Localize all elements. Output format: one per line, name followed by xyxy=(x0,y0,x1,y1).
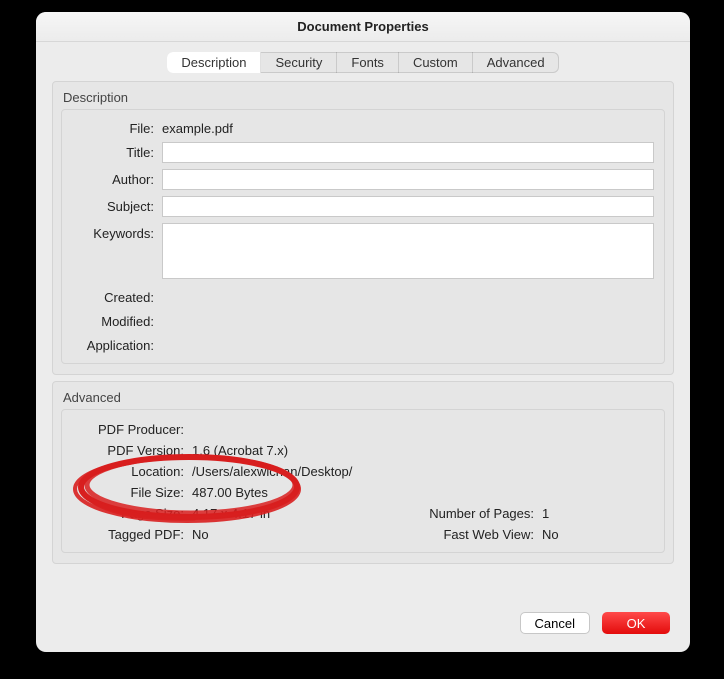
author-input[interactable] xyxy=(162,169,654,190)
file-label: File: xyxy=(72,118,162,136)
advanced-inner-panel: PDF Producer: PDF Version: 1.6 (Acrobat … xyxy=(61,409,665,553)
description-group: Description File: example.pdf Title: Aut… xyxy=(52,81,674,375)
title-label: Title: xyxy=(72,142,162,160)
page-size-value: 4.17 x 4.17 in xyxy=(192,506,402,521)
subject-label: Subject: xyxy=(72,196,162,214)
pdf-producer-label: PDF Producer: xyxy=(72,422,192,437)
keywords-label: Keywords: xyxy=(72,223,162,241)
tab-security[interactable]: Security xyxy=(261,52,337,73)
advanced-group-label: Advanced xyxy=(53,382,673,409)
application-label: Application: xyxy=(72,335,162,353)
description-inner-panel: File: example.pdf Title: Author: Subject… xyxy=(61,109,665,364)
author-label: Author: xyxy=(72,169,162,187)
created-label: Created: xyxy=(72,287,162,305)
modified-label: Modified: xyxy=(72,311,162,329)
pdf-version-value: 1.6 (Acrobat 7.x) xyxy=(192,443,402,458)
tab-bar: Description Security Fonts Custom Advanc… xyxy=(36,42,690,81)
cancel-button[interactable]: Cancel xyxy=(520,612,590,634)
page-size-label: Page Size: xyxy=(72,506,192,521)
window-title: Document Properties xyxy=(36,12,690,42)
file-value: example.pdf xyxy=(162,118,654,136)
pdf-version-label: PDF Version: xyxy=(72,443,192,458)
application-value xyxy=(162,335,654,338)
tagged-pdf-value: No xyxy=(192,527,402,542)
title-input[interactable] xyxy=(162,142,654,163)
tab-fonts[interactable]: Fonts xyxy=(337,52,399,73)
ok-button[interactable]: OK xyxy=(602,612,670,634)
tagged-pdf-label: Tagged PDF: xyxy=(72,527,192,542)
number-of-pages-value: 1 xyxy=(542,506,654,521)
tab-custom[interactable]: Custom xyxy=(399,52,473,73)
fast-web-view-label: Fast Web View: xyxy=(402,527,542,542)
modified-value xyxy=(162,311,654,314)
pdf-producer-value xyxy=(192,422,402,437)
tab-advanced[interactable]: Advanced xyxy=(473,52,559,73)
file-size-label: File Size: xyxy=(72,485,192,500)
advanced-group: Advanced PDF Producer: PDF Version: 1.6 … xyxy=(52,381,674,564)
tab-segmented-control: Description Security Fonts Custom Advanc… xyxy=(167,52,558,73)
fast-web-view-value: No xyxy=(542,527,654,542)
tab-description[interactable]: Description xyxy=(167,52,261,73)
document-properties-window: Document Properties Description Security… xyxy=(36,12,690,652)
keywords-input[interactable] xyxy=(162,223,654,279)
dialog-footer: Cancel OK xyxy=(520,612,670,634)
created-value xyxy=(162,287,654,290)
subject-input[interactable] xyxy=(162,196,654,217)
number-of-pages-label: Number of Pages: xyxy=(402,506,542,521)
location-label: Location: xyxy=(72,464,192,479)
location-value: /Users/alexwlchan/Desktop/ xyxy=(192,464,352,479)
file-size-value: 487.00 Bytes xyxy=(192,485,402,500)
description-group-label: Description xyxy=(53,82,673,109)
